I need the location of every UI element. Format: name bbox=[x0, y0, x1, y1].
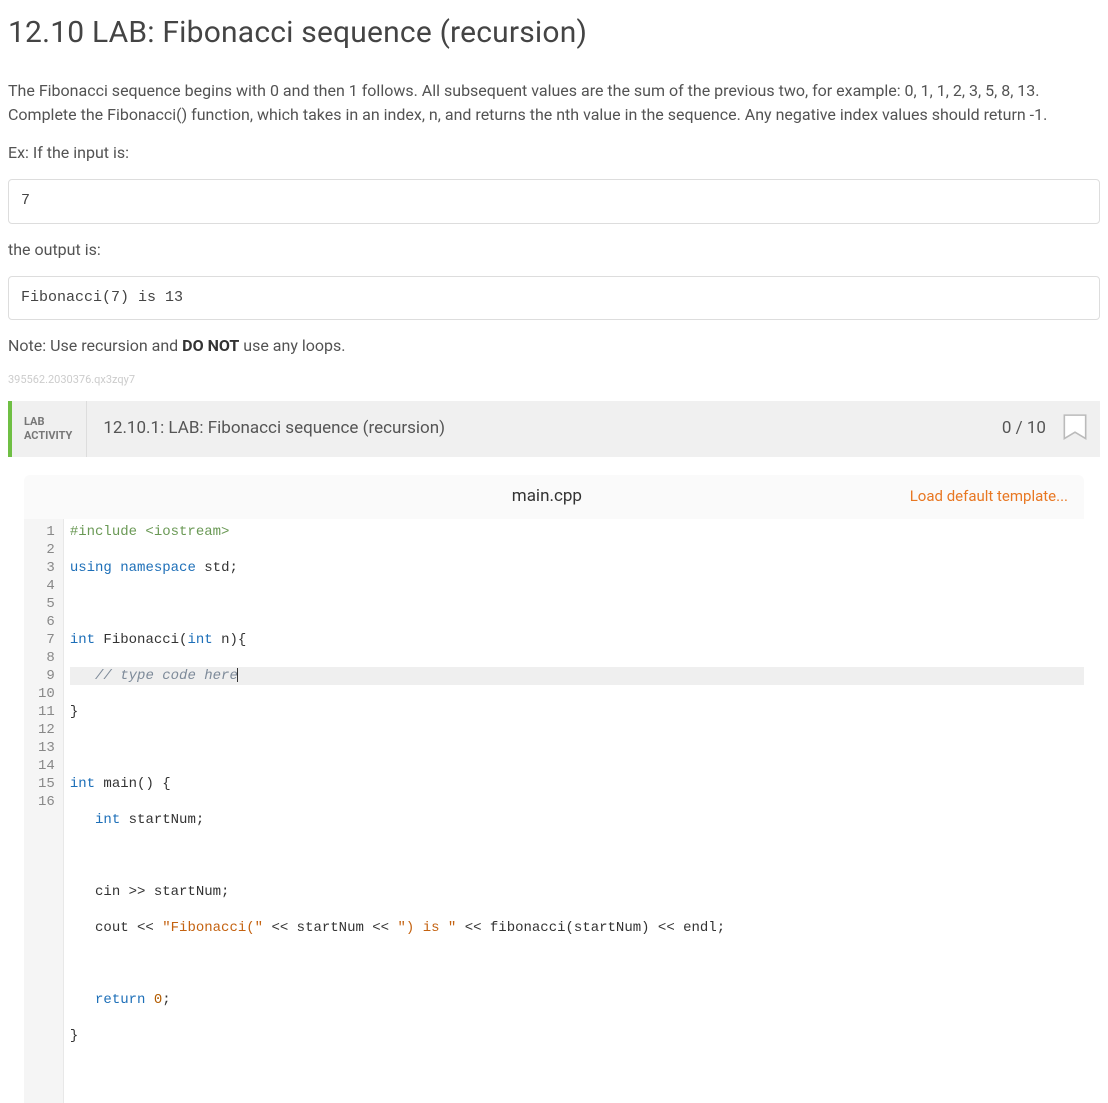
load-template-link[interactable]: Load default template... bbox=[910, 485, 1084, 508]
lab-activity-badge: LAB ACTIVITY bbox=[12, 401, 87, 457]
line-number: 7 bbox=[38, 631, 55, 649]
example-input-intro: Ex: If the input is: bbox=[8, 141, 1100, 165]
text-cursor bbox=[237, 668, 238, 682]
line-number: 12 bbox=[38, 721, 55, 739]
code-content[interactable]: #include <iostream> using namespace std;… bbox=[64, 519, 1084, 1103]
line-number: 14 bbox=[38, 757, 55, 775]
code-area[interactable]: 12345678910111213141516 #include <iostre… bbox=[24, 519, 1084, 1103]
code-line[interactable]: } bbox=[70, 703, 1084, 721]
note-strong: DO NOT bbox=[182, 336, 239, 355]
line-number: 4 bbox=[38, 577, 55, 595]
example-output-intro: the output is: bbox=[8, 238, 1100, 262]
line-number: 16 bbox=[38, 793, 55, 811]
editor-filename: main.cpp bbox=[184, 484, 910, 510]
note-text: Note: Use recursion and DO NOT use any l… bbox=[8, 334, 1100, 358]
code-line[interactable]: cout << "Fibonacci(" << startNum << ") i… bbox=[70, 919, 1084, 937]
line-number: 13 bbox=[38, 739, 55, 757]
code-line[interactable]: } bbox=[70, 1027, 1084, 1045]
code-line[interactable] bbox=[70, 595, 1084, 613]
bookmark-icon[interactable] bbox=[1062, 413, 1088, 445]
example-input-box: 7 bbox=[8, 179, 1100, 224]
line-number: 8 bbox=[38, 649, 55, 667]
lab-badge-line2: ACTIVITY bbox=[24, 429, 72, 443]
lab-badge-line1: LAB bbox=[24, 415, 72, 429]
note-suffix: use any loops. bbox=[239, 336, 345, 355]
lab-description: The Fibonacci sequence begins with 0 and… bbox=[8, 79, 1100, 127]
lab-activity-bar: LAB ACTIVITY 12.10.1: LAB: Fibonacci seq… bbox=[8, 401, 1100, 457]
line-number: 9 bbox=[38, 667, 55, 685]
lab-activity-title: 12.10.1: LAB: Fibonacci sequence (recurs… bbox=[87, 401, 1002, 457]
note-prefix: Note: Use recursion and bbox=[8, 336, 182, 355]
code-line[interactable]: using namespace std; bbox=[70, 559, 1084, 577]
line-number: 5 bbox=[38, 595, 55, 613]
editor-header: main.cpp Load default template... bbox=[24, 475, 1084, 519]
line-number: 15 bbox=[38, 775, 55, 793]
example-output-box: Fibonacci(7) is 13 bbox=[8, 276, 1100, 321]
line-number-gutter: 12345678910111213141516 bbox=[24, 519, 64, 1103]
code-line[interactable] bbox=[70, 847, 1084, 865]
code-line[interactable] bbox=[70, 955, 1084, 973]
code-line[interactable]: return 0; bbox=[70, 991, 1084, 1009]
code-line[interactable]: int main() { bbox=[70, 775, 1084, 793]
code-line[interactable] bbox=[70, 739, 1084, 757]
line-number: 11 bbox=[38, 703, 55, 721]
line-number: 10 bbox=[38, 685, 55, 703]
code-line[interactable]: int startNum; bbox=[70, 811, 1084, 829]
code-line[interactable]: int Fibonacci(int n){ bbox=[70, 631, 1084, 649]
code-editor: main.cpp Load default template... 123456… bbox=[8, 457, 1100, 1103]
line-number: 2 bbox=[38, 541, 55, 559]
code-line[interactable]: // type code here bbox=[70, 667, 1084, 685]
page-title: 12.10 LAB: Fibonacci sequence (recursion… bbox=[8, 10, 1100, 55]
document-id: 395562.2030376.qx3zqy7 bbox=[8, 372, 1100, 389]
code-line[interactable]: cin >> startNum; bbox=[70, 883, 1084, 901]
code-line[interactable] bbox=[70, 1063, 1084, 1081]
code-line[interactable]: #include <iostream> bbox=[70, 523, 1084, 541]
lab-score: 0 / 10 bbox=[1002, 401, 1056, 457]
line-number: 1 bbox=[38, 523, 55, 541]
line-number: 6 bbox=[38, 613, 55, 631]
line-number: 3 bbox=[38, 559, 55, 577]
